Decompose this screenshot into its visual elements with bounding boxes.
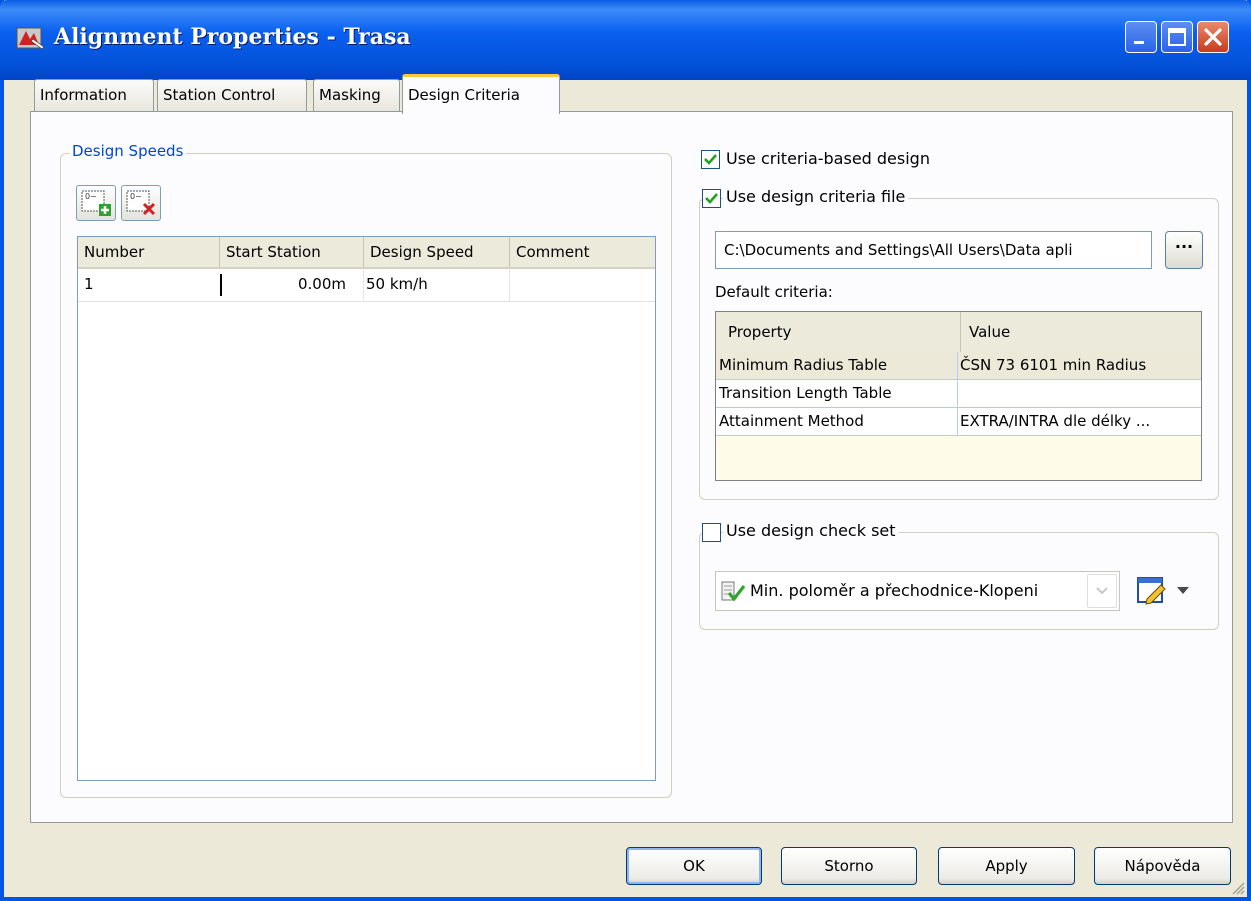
delete-speed-button[interactable]: 0~ xyxy=(121,185,161,221)
criteria-value[interactable]: EXTRA/INTRA dle délky ... xyxy=(958,408,1201,435)
cell-number: 1 xyxy=(84,275,94,293)
criteria-value[interactable] xyxy=(958,380,1201,407)
criteria-row-minimum-radius[interactable]: Minimum Radius Table ČSN 73 6101 min Rad… xyxy=(716,352,1201,380)
criteria-table-header: Property Value xyxy=(716,312,1201,353)
svg-text:0~: 0~ xyxy=(130,192,142,201)
use-design-criteria-file-label[interactable]: Use design criteria file xyxy=(723,187,909,206)
use-criteria-based-design-label[interactable]: Use criteria-based design xyxy=(726,149,930,168)
minimize-button[interactable] xyxy=(1125,21,1157,53)
tab-label: Station Control xyxy=(163,86,276,104)
close-icon xyxy=(1204,28,1222,46)
design-check-set-group: Use design check set Min. poloměr a přec… xyxy=(699,521,1219,630)
help-button[interactable]: Nápověda xyxy=(1094,847,1231,885)
add-speed-button[interactable]: 0~ xyxy=(76,185,116,221)
use-design-check-set-checkbox[interactable] xyxy=(702,523,721,542)
tab-station-control[interactable]: Station Control xyxy=(157,79,307,112)
dropdown-arrow-button[interactable] xyxy=(1087,574,1117,608)
text-cursor xyxy=(220,274,222,296)
design-criteria-file-group: Use design criteria file C:\Documents an… xyxy=(699,187,1219,500)
table-row[interactable]: 1 0.00m 50 km/h xyxy=(78,269,655,302)
ok-button[interactable]: OK xyxy=(626,847,762,885)
chevron-down-icon[interactable] xyxy=(1175,581,1191,603)
tab-label: Information xyxy=(40,86,127,104)
use-criteria-based-design-checkbox[interactable] xyxy=(701,150,720,169)
apply-button[interactable]: Apply xyxy=(938,847,1075,885)
use-design-criteria-file-checkbox[interactable] xyxy=(702,189,721,208)
design-check-set-select[interactable]: Min. poloměr a přechodnice-Klopeni xyxy=(715,571,1120,611)
design-speeds-legend: Design Speeds xyxy=(69,142,187,160)
ellipsis-icon: ··· xyxy=(1174,237,1194,256)
window-title: Alignment Properties - Trasa xyxy=(54,24,411,50)
tab-design-criteria[interactable]: Design Criteria xyxy=(402,74,560,114)
column-header-value[interactable]: Value xyxy=(961,312,1201,352)
criteria-row-transition-length[interactable]: Transition Length Table xyxy=(716,380,1201,408)
app-icon xyxy=(16,25,46,51)
browse-button[interactable]: ··· xyxy=(1165,231,1203,269)
default-criteria-table[interactable]: Property Value Minimum Radius Table ČSN … xyxy=(715,311,1202,481)
criteria-file-path-input[interactable]: C:\Documents and Settings\All Users\Data… xyxy=(715,231,1152,269)
design-speeds-group: Design Speeds 0~ 0~ Number Start Station… xyxy=(60,142,672,798)
close-button[interactable] xyxy=(1197,21,1229,53)
column-divider xyxy=(363,269,364,301)
svg-text:0~: 0~ xyxy=(85,192,97,201)
edit-check-set-button[interactable] xyxy=(1133,573,1203,609)
maximize-button[interactable] xyxy=(1161,21,1193,53)
column-header-number[interactable]: Number xyxy=(78,237,220,267)
cell-comment[interactable] xyxy=(512,269,652,299)
tab-masking[interactable]: Masking xyxy=(313,79,400,112)
check-set-icon xyxy=(720,580,746,618)
criteria-property: Minimum Radius Table xyxy=(716,352,958,379)
edit-icon xyxy=(1135,575,1169,611)
column-divider xyxy=(509,269,510,301)
resize-grip-icon[interactable] xyxy=(1229,879,1245,895)
tab-information[interactable]: Information xyxy=(34,79,154,112)
minimize-icon xyxy=(1134,41,1144,44)
tab-label: Design Criteria xyxy=(408,86,521,104)
column-header-comment[interactable]: Comment xyxy=(510,237,655,267)
criteria-property: Attainment Method xyxy=(716,408,958,435)
cell-design-speed[interactable]: 50 km/h xyxy=(366,269,506,299)
column-header-property[interactable]: Property xyxy=(716,312,961,352)
grid-header: Number Start Station Design Speed Commen… xyxy=(78,237,655,269)
criteria-property: Transition Length Table xyxy=(716,380,958,407)
column-header-start-station[interactable]: Start Station xyxy=(220,237,364,267)
check-set-selected-value: Min. poloměr a přechodnice-Klopeni xyxy=(750,581,1039,600)
chevron-down-icon xyxy=(1096,587,1108,595)
cancel-button[interactable]: Storno xyxy=(781,847,917,885)
column-header-design-speed[interactable]: Design Speed xyxy=(364,237,510,267)
criteria-value[interactable]: ČSN 73 6101 min Radius xyxy=(958,352,1201,379)
cell-start-station[interactable]: 0.00m xyxy=(226,269,346,299)
default-criteria-label: Default criteria: xyxy=(715,283,833,301)
maximize-icon xyxy=(1168,28,1186,46)
tab-label: Masking xyxy=(319,86,381,104)
criteria-row-attainment-method[interactable]: Attainment Method EXTRA/INTRA dle délky … xyxy=(716,408,1201,436)
checkmark-icon xyxy=(704,154,717,165)
use-design-check-set-label[interactable]: Use design check set xyxy=(723,521,899,540)
tab-panel: Design Speeds 0~ 0~ Number Start Station… xyxy=(30,111,1233,823)
dialog-window: Alignment Properties - Trasa Information… xyxy=(0,0,1251,901)
design-speeds-grid[interactable]: Number Start Station Design Speed Commen… xyxy=(77,236,656,781)
checkmark-icon xyxy=(705,193,718,204)
title-bar[interactable]: Alignment Properties - Trasa xyxy=(0,0,1251,80)
add-speed-icon: 0~ xyxy=(81,190,111,216)
delete-speed-icon: 0~ xyxy=(126,190,156,216)
